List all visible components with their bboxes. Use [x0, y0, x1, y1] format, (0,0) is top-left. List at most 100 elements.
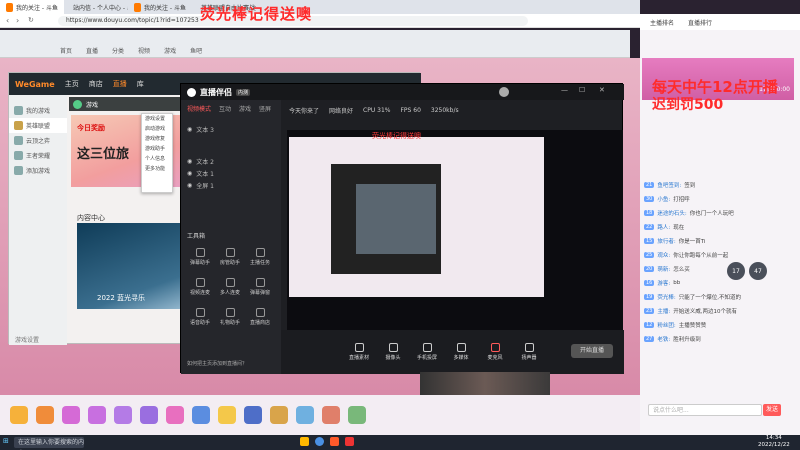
maximize-icon[interactable]: ☐ [579, 86, 585, 94]
context-menu: 游戏设置 启动游戏 游戏修复 游戏助手 个人信息 更多功能 [141, 113, 173, 193]
app-icon[interactable] [330, 437, 339, 446]
nav-link[interactable]: 首页 [60, 46, 72, 55]
taskbar-search[interactable]: 在这里输入你要搜索的内容 [14, 437, 84, 448]
wegame-tab[interactable]: 库 [137, 79, 144, 89]
folder-icon[interactable] [300, 437, 309, 446]
chat-message: 23 主播: 开始送义威,两边10个就有 [644, 308, 737, 315]
menu-item[interactable]: 个人信息 [142, 154, 172, 164]
tool-button[interactable]: 语音助手 [187, 304, 213, 330]
gift-bar [0, 395, 640, 435]
mode-tab[interactable]: 竖屏 [259, 104, 271, 113]
app-icon[interactable] [345, 437, 354, 446]
nav-link[interactable]: 直播 [86, 46, 98, 55]
gift-icon[interactable] [218, 406, 236, 424]
wegame-tab[interactable]: 商店 [89, 79, 103, 89]
eye-icon[interactable]: ◉ [187, 170, 192, 177]
mode-tab[interactable]: 视频模式 [187, 104, 211, 113]
close-icon[interactable]: ✕ [599, 86, 605, 94]
settings-label[interactable]: 游戏设置 [15, 335, 39, 344]
eye-icon[interactable]: ◉ [187, 126, 192, 133]
tab-ranking[interactable]: 主播排名 [650, 18, 674, 27]
toolbar-button[interactable]: 多媒体 [447, 343, 475, 361]
browser-tab[interactable]: 我的关注 - 斗鱼 [0, 0, 64, 14]
promo-banner[interactable]: 今日奖励 这三位旅 [71, 115, 191, 187]
layer-item[interactable]: ◉ 文本 1 [181, 167, 281, 179]
send-button[interactable]: 发送 [763, 404, 781, 416]
nav-link[interactable]: 游戏 [164, 46, 176, 55]
tool-button[interactable]: 多人连麦 [217, 274, 243, 300]
tool-button[interactable]: 主播任务 [247, 244, 273, 270]
menu-item[interactable]: 游戏助手 [142, 144, 172, 154]
refresh-icon[interactable]: ↻ [28, 16, 34, 24]
gift-icon[interactable] [322, 406, 340, 424]
gift-icon[interactable] [296, 406, 314, 424]
layer-item[interactable]: ◉ 全屏 1 [181, 179, 281, 191]
toolbar-button[interactable]: 扬声器 [515, 343, 543, 361]
mode-tab[interactable]: 游戏 [239, 104, 251, 113]
gift-icon[interactable] [192, 406, 210, 424]
tool-button[interactable]: 直播商店 [247, 304, 273, 330]
tool-icon [195, 278, 205, 287]
gift-icon[interactable] [36, 406, 54, 424]
tool-button[interactable]: 弹幕助手 [187, 244, 213, 270]
chat-message: 12 粉丝团: 主播赞赞赞 [644, 322, 707, 329]
gift-icon[interactable] [62, 406, 80, 424]
eye-icon[interactable]: ◉ [187, 158, 192, 165]
toolbox-title: 工具箱 [187, 233, 206, 240]
tool-button[interactable]: 弹幕弹窗 [247, 274, 273, 300]
chat-message: 25 观众: 你让你跑每个从前一起 [644, 252, 729, 259]
layer-item[interactable]: ◉ 文本 2 [181, 155, 281, 167]
gift-icon[interactable] [140, 406, 158, 424]
windows-start-icon[interactable]: ⊞ [3, 437, 9, 445]
mode-tab[interactable]: 互动 [219, 104, 231, 113]
toolbar-button[interactable]: 直播素材 [345, 343, 373, 361]
sidebar-item[interactable]: 英雄联盟 [9, 118, 67, 133]
menu-item[interactable]: 启动游戏 [142, 124, 172, 134]
float-button[interactable]: 47 [749, 262, 767, 280]
tool-button[interactable]: 视频连麦 [187, 274, 213, 300]
back-icon[interactable]: ‹ [6, 16, 9, 25]
menu-item[interactable]: 游戏设置 [142, 114, 172, 124]
menu-item[interactable]: 游戏修复 [142, 134, 172, 144]
start-live-button[interactable]: 开始直播 [571, 344, 613, 358]
help-link[interactable]: 如何把主页添加到直播间？ [187, 360, 247, 367]
forward-icon[interactable]: › [16, 16, 19, 25]
menu-item[interactable]: 更多功能 [142, 164, 172, 174]
chat-message: 16 游客: bb [644, 280, 681, 287]
chat-input[interactable]: 说点什么吧... [648, 404, 762, 416]
layer-item[interactable]: ◉ 文本 3 [181, 123, 281, 135]
browser-tab[interactable]: 我的关注 - 斗鱼 [128, 0, 192, 14]
toolbar-button[interactable]: 摄像头 [379, 343, 407, 361]
tool-button[interactable]: 房管助手 [217, 244, 243, 270]
float-button[interactable]: 17 [727, 262, 745, 280]
chat-message: 22 路人: 现在 [644, 224, 685, 231]
tab-hot[interactable]: 直播排行 [688, 18, 712, 27]
tool-button[interactable]: 礼物助手 [217, 304, 243, 330]
nav-link[interactable]: 分类 [112, 46, 124, 55]
wegame-tab[interactable]: 直播 [113, 79, 127, 89]
gift-icon[interactable] [348, 406, 366, 424]
eye-icon[interactable]: ◉ [187, 182, 192, 189]
gift-icon[interactable] [88, 406, 106, 424]
browser-icon[interactable] [315, 437, 324, 446]
minimize-icon[interactable]: — [561, 86, 568, 94]
sidebar-item[interactable]: 王者荣耀 [9, 148, 67, 163]
sidebar-item[interactable]: 添加游戏 [9, 163, 67, 178]
wegame-tab[interactable]: 主页 [65, 79, 79, 89]
gift-icon[interactable] [10, 406, 28, 424]
tool-icon [225, 308, 235, 317]
gift-icon[interactable] [114, 406, 132, 424]
sidebar-item[interactable]: 我的游戏 [9, 103, 67, 118]
browser-tab[interactable]: 站内信 - 个人中心 - 斗鱼 [64, 0, 128, 14]
avatar[interactable] [499, 87, 509, 97]
gift-icon[interactable] [270, 406, 288, 424]
nav-link[interactable]: 视频 [138, 46, 150, 55]
taskbar: ⊞ 在这里输入你要搜索的内容 14:34 2022/12/22 [0, 435, 800, 450]
sidebar-item[interactable]: 云顶之弈 [9, 133, 67, 148]
gift-icon[interactable] [244, 406, 262, 424]
toolbar-button[interactable]: 手机投屏 [413, 343, 441, 361]
nav-link[interactable]: 鱼吧 [190, 46, 202, 55]
toolbar-button[interactable]: 麦克风 [481, 343, 509, 361]
gift-icon[interactable] [166, 406, 184, 424]
content-banner[interactable]: 2022 蓝光寻乐 [77, 223, 197, 309]
